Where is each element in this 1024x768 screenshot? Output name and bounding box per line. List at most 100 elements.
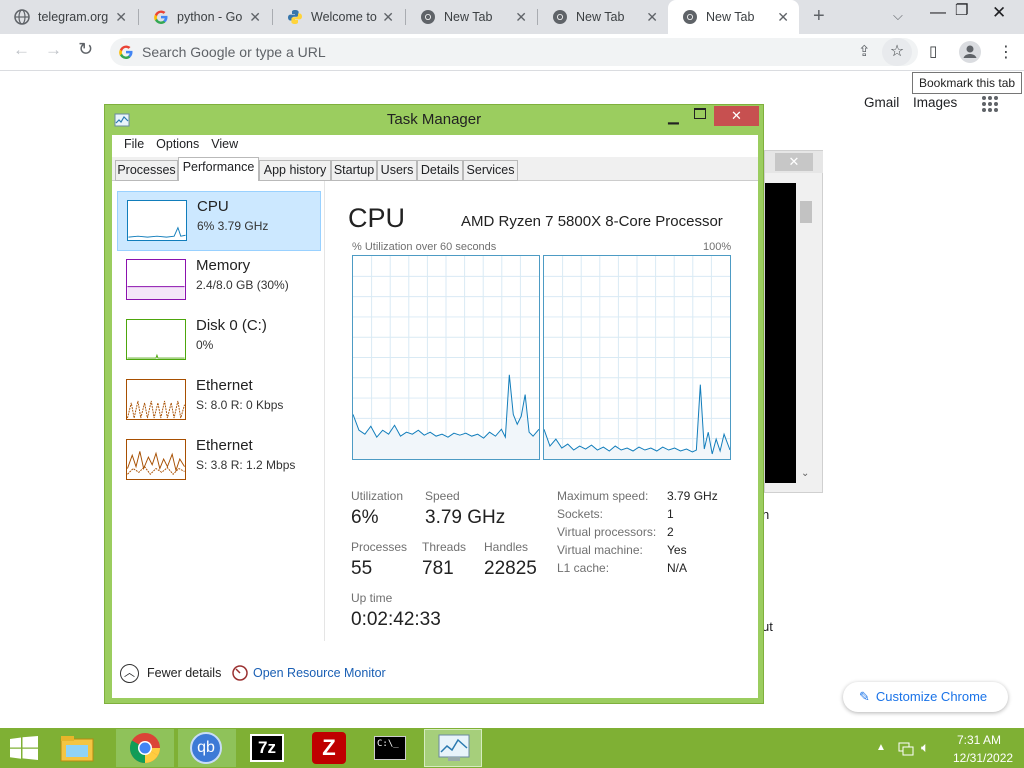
volume-icon[interactable]: 🔈︎ — [921, 739, 929, 756]
close-window-button[interactable]: ✕ — [992, 3, 1006, 23]
reload-button[interactable]: ↻ — [78, 39, 93, 60]
sidebar-item-label: Ethernet — [196, 377, 253, 394]
sidebar-item-label: Memory — [196, 257, 251, 274]
task-manager-window[interactable]: Task Manager ▁ ✕ File Options View Proce… — [104, 104, 764, 704]
handles-value: 22825 — [484, 558, 537, 579]
profile-avatar[interactable] — [959, 41, 981, 63]
cpu-sparkline — [127, 200, 187, 241]
file-explorer-icon[interactable] — [60, 733, 94, 763]
virtual-machine-label: Virtual machine: — [557, 543, 643, 557]
close-icon[interactable]: ✕ — [777, 9, 789, 26]
menu-view[interactable]: View — [205, 135, 244, 155]
show-hidden-icons-button[interactable]: ▲ — [876, 742, 886, 753]
maximize-button[interactable] — [694, 108, 706, 119]
virtual-processors-value: 2 — [667, 525, 674, 539]
virtual-machine-value: Yes — [667, 543, 687, 557]
bookmark-star-icon[interactable]: ☆ — [882, 38, 912, 66]
background-console-window[interactable]: ✕ ⌄ — [764, 150, 823, 493]
window-title: Task Manager — [386, 111, 482, 128]
sidebar-item-memory[interactable]: Memory 2.4/8.0 GB (30%) — [117, 251, 321, 311]
handles-label: Handles — [484, 540, 529, 554]
tab-startup[interactable]: Startup — [331, 160, 377, 181]
chrome-icon — [553, 10, 567, 24]
tab-details[interactable]: Details — [417, 160, 463, 181]
close-icon[interactable]: ✕ — [115, 9, 127, 26]
restore-button[interactable]: ❐ — [955, 1, 968, 19]
network-icon[interactable] — [898, 740, 914, 756]
tab-users[interactable]: Users — [377, 160, 417, 181]
pencil-icon: ✎ — [859, 689, 870, 704]
processor-name: AMD Ryzen 7 5800X 8-Core Processor — [461, 213, 723, 230]
back-button[interactable]: ← — [13, 40, 30, 60]
chrome-taskbar-button[interactable] — [116, 729, 174, 767]
clock-date[interactable]: 12/31/2022 — [953, 751, 1013, 765]
menu-kebab-icon[interactable]: ⋮ — [998, 42, 1014, 62]
menu-options[interactable]: Options — [150, 135, 205, 155]
graph-caption: % Utilization over 60 seconds — [352, 241, 497, 253]
tab-telegram[interactable]: telegram.org ✕ — [0, 0, 137, 34]
ethernet-sparkline — [126, 439, 186, 480]
sidebar-item-value: S: 8.0 R: 0 Kbps — [196, 398, 284, 412]
task-manager-icon — [438, 734, 470, 761]
speed-value: 3.79 GHz — [425, 507, 506, 528]
l1-cache-value: N/A — [667, 561, 688, 575]
tab-welcome[interactable]: Welcome to ✕ — [273, 0, 404, 34]
gmail-link[interactable]: Gmail — [864, 95, 899, 110]
disk-sparkline — [126, 319, 186, 360]
minimize-button[interactable]: ▁ — [668, 108, 679, 125]
tab-search-chevron-icon[interactable]: ⌵ — [893, 8, 903, 24]
chrome-icon — [683, 10, 697, 24]
memory-sparkline — [126, 259, 186, 300]
task-manager-taskbar-button[interactable] — [424, 729, 482, 767]
minimize-button[interactable]: — — [930, 4, 946, 22]
open-resource-monitor-link[interactable]: Open Resource Monitor — [253, 666, 386, 680]
tab-new-tab-1[interactable]: New Tab ✕ — [406, 0, 537, 34]
filezilla-icon[interactable]: Z — [312, 732, 346, 764]
processes-value: 55 — [351, 558, 373, 579]
qbittorrent-taskbar-button[interactable]: qb — [178, 729, 236, 767]
side-panel-icon[interactable]: ▯ — [929, 42, 937, 60]
close-icon[interactable]: ✕ — [515, 9, 527, 26]
sidebar-item-ethernet-2[interactable]: Ethernet S: 3.8 R: 1.2 Mbps — [117, 431, 321, 491]
close-icon[interactable]: ✕ — [646, 9, 658, 26]
tab-performance[interactable]: Performance — [178, 157, 259, 182]
tab-title: New Tab — [706, 10, 755, 24]
graph-max-label: 100% — [703, 241, 732, 253]
omnibox-placeholder: Search Google or type a URL — [142, 44, 326, 60]
sidebar-item-ethernet-1[interactable]: Ethernet S: 8.0 R: 0 Kbps — [117, 371, 321, 431]
sidebar-item-value: 2.4/8.0 GB (30%) — [196, 278, 289, 292]
uptime-value: 0:02:42:33 — [351, 609, 441, 630]
clock-time[interactable]: 7:31 AM — [957, 733, 1001, 747]
customize-chrome-button[interactable]: ✎ Customize Chrome — [843, 682, 1008, 712]
cmd-icon[interactable]: C:\_ — [374, 736, 406, 760]
tab-new-tab-active[interactable]: New Tab ✕ — [668, 0, 799, 34]
chevron-up-icon[interactable]: ︿ — [120, 664, 139, 683]
7zip-icon[interactable]: 7z — [250, 734, 284, 762]
sidebar-item-disk[interactable]: Disk 0 (C:) 0% — [117, 311, 321, 371]
tab-app-history[interactable]: App history — [259, 160, 331, 181]
close-icon[interactable]: ✕ — [249, 9, 261, 26]
forward-button[interactable]: → — [45, 40, 62, 60]
tab-python-google[interactable]: python - Go ✕ — [139, 0, 271, 34]
sidebar-item-label: Ethernet — [196, 437, 253, 454]
close-icon[interactable]: ✕ — [775, 153, 813, 171]
tab-new-tab-2[interactable]: New Tab ✕ — [538, 0, 668, 34]
omnibox[interactable]: Search Google or type a URL ⇪ — [110, 38, 918, 66]
tab-title: telegram.org — [38, 10, 109, 24]
apps-grid-icon[interactable] — [981, 95, 999, 113]
images-link[interactable]: Images — [913, 95, 957, 110]
fewer-details-button[interactable]: Fewer details — [147, 666, 221, 680]
scrollbar[interactable]: ⌄ — [798, 183, 814, 483]
close-icon[interactable]: ✕ — [382, 9, 394, 26]
menu-file[interactable]: File — [118, 135, 150, 155]
sidebar-item-cpu[interactable]: CPU 6% 3.79 GHz — [117, 191, 321, 251]
customize-chrome-label: Customize Chrome — [875, 689, 988, 704]
tab-processes[interactable]: Processes — [115, 160, 178, 181]
new-tab-button[interactable]: + — [813, 5, 825, 28]
sidebar-item-value: 0% — [196, 338, 214, 352]
close-button[interactable]: ✕ — [714, 106, 759, 126]
utilization-value: 6% — [351, 507, 379, 528]
tab-services[interactable]: Services — [463, 160, 518, 181]
share-icon[interactable]: ⇪ — [858, 42, 871, 60]
start-icon[interactable] — [10, 736, 38, 760]
